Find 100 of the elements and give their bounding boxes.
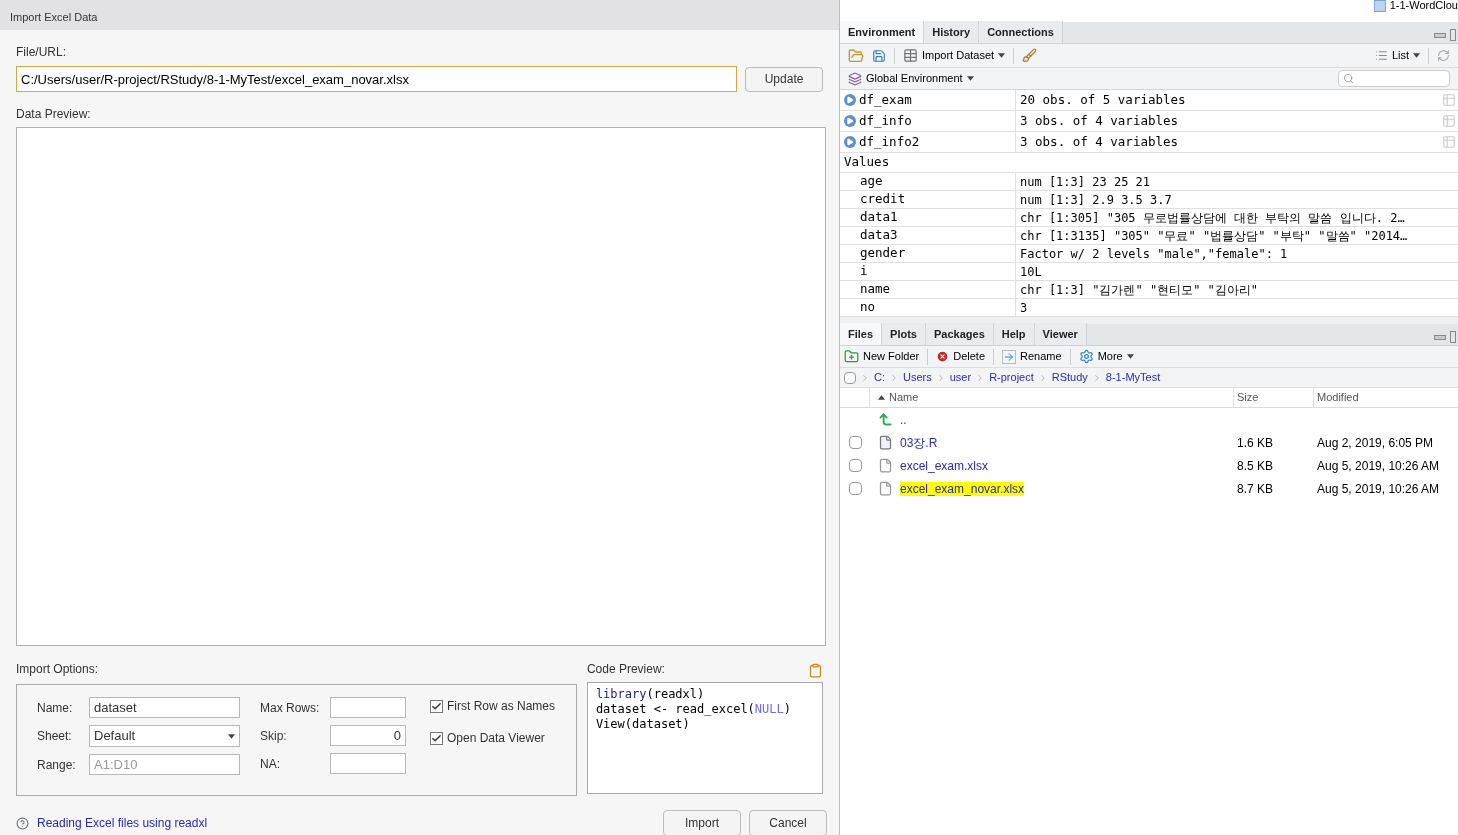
object-value: 20 obs. of 5 variables <box>1019 90 1186 109</box>
broom-icon[interactable] <box>1022 48 1038 63</box>
object-name: name <box>860 280 891 299</box>
code-preview: library(readxl) dataset <- read_excel(NULL) View(dataset) <box>586 682 823 794</box>
checkbox[interactable] <box>848 482 862 495</box>
section-header: Values <box>844 153 890 172</box>
column-header[interactable]: Name <box>870 388 1234 407</box>
checkbox[interactable] <box>844 371 856 384</box>
checkbox[interactable] <box>430 699 443 713</box>
toolbar-button[interactable]: Delete <box>936 348 986 365</box>
input-field[interactable] <box>330 697 406 718</box>
dialog-button[interactable]: Import <box>663 810 741 835</box>
path-link[interactable]: 8-1-MyTest <box>1105 369 1161 386</box>
caret-icon <box>1413 53 1420 58</box>
up-arrow-icon[interactable] <box>877 412 893 427</box>
toolbar-button[interactable]: New Folder <box>844 348 920 365</box>
update-button[interactable]: Update <box>745 66 823 92</box>
sheet-select[interactable]: Default <box>89 725 240 747</box>
maximize-icon[interactable] <box>1450 29 1456 41</box>
save-icon[interactable] <box>872 48 886 63</box>
file-label: File/URL: <box>16 44 67 61</box>
pane-tab[interactable]: Packages <box>926 323 994 345</box>
clipboard-icon[interactable] <box>808 663 823 678</box>
object-value: chr [1:305] "305 무로법률상담에 대한 부탁의 말씀 입니다. 2… <box>1019 209 1405 227</box>
grid-icon[interactable] <box>1442 135 1456 149</box>
expand-icon[interactable] <box>844 94 856 106</box>
checkbox-label: First Row as Names <box>447 698 556 715</box>
help-link[interactable]: Reading Excel files using readxl <box>37 814 208 832</box>
import-options-label: Import Options: <box>16 661 100 678</box>
layers-icon <box>848 71 862 86</box>
object-name: age <box>860 172 883 191</box>
project-name[interactable]: 1-1-WordClou <box>1389 0 1458 11</box>
minimize-icon[interactable] <box>1434 32 1446 38</box>
r-file-icon <box>877 435 893 450</box>
object-name: credit <box>860 190 906 209</box>
file-modified: Aug 5, 2019, 10:26 AM <box>1316 457 1440 475</box>
chevron-icon <box>889 372 899 383</box>
file-url-field[interactable]: C:/Users/user/R-project/RStudy/8-1-MyTest/excel_exam_novar.xlsx <box>16 66 738 92</box>
object-name: df_info <box>859 111 912 130</box>
field-label: Max Rows: <box>260 699 321 717</box>
rename-icon <box>1002 349 1017 364</box>
object-value: 10L <box>1019 263 1042 281</box>
path-link[interactable]: Users <box>903 369 932 386</box>
file-name-link[interactable]: 03장.R <box>900 435 938 450</box>
object-name: data1 <box>860 208 898 227</box>
dialog-button[interactable]: Cancel <box>749 810 827 835</box>
search-field[interactable] <box>1338 70 1450 87</box>
file-name-link[interactable]: .. <box>900 412 907 427</box>
file-size: 8.5 KB <box>1236 457 1275 475</box>
checkbox[interactable] <box>848 436 862 449</box>
input-field[interactable]: dataset <box>89 697 240 718</box>
file-modified: Aug 5, 2019, 10:26 AM <box>1316 480 1440 498</box>
delete-icon <box>936 350 950 363</box>
folder-open-icon[interactable] <box>848 47 864 64</box>
import-dataset-button[interactable]: Import Dataset <box>903 47 1006 64</box>
file-name-link[interactable]: excel_exam_novar.xlsx <box>900 481 1025 496</box>
path-link[interactable]: user <box>949 369 972 386</box>
checkbox[interactable] <box>430 731 443 745</box>
pane-tab[interactable]: Environment <box>840 21 925 43</box>
help-icon <box>16 816 29 830</box>
field-label: Name: <box>37 699 74 717</box>
object-value: 3 obs. of 4 variables <box>1019 132 1179 151</box>
environment-selector[interactable]: Global Environment <box>848 70 974 87</box>
file-name-link[interactable]: excel_exam.xlsx <box>900 458 989 473</box>
expand-icon[interactable] <box>844 136 856 148</box>
expand-icon[interactable] <box>844 115 856 127</box>
view-mode-button[interactable]: List <box>1374 47 1420 64</box>
maximize-icon[interactable] <box>1450 331 1456 343</box>
object-value: num [1:3] 23 25 21 <box>1019 173 1151 191</box>
column-header[interactable]: Size <box>1234 388 1314 407</box>
grid-icon[interactable] <box>1442 93 1456 107</box>
file-icon <box>877 481 893 496</box>
toolbar-button[interactable]: Rename <box>1002 348 1062 365</box>
object-value: chr [1:3135] "305" "무료" "법률상담" "부탁" "말씀" "2014… <box>1019 227 1408 245</box>
minimize-icon[interactable] <box>1434 334 1446 340</box>
column-header[interactable]: Modified <box>1314 388 1458 407</box>
toolbar-button[interactable]: More <box>1078 348 1134 365</box>
object-value: 3 obs. of 4 variables <box>1019 111 1179 130</box>
pane-tab[interactable]: Connections <box>979 21 1063 43</box>
code-preview-label: Code Preview: <box>586 661 665 678</box>
grid-icon[interactable] <box>1442 114 1456 128</box>
input-field[interactable]: 0 <box>330 725 406 746</box>
file-modified: Aug 2, 2019, 6:05 PM <box>1316 434 1434 452</box>
input-field[interactable] <box>330 753 406 774</box>
field-label: Range: <box>37 756 77 774</box>
caret-icon <box>998 53 1006 58</box>
pane-tab[interactable]: Viewer <box>1034 323 1087 345</box>
path-link[interactable]: RStudy <box>1051 369 1088 386</box>
refresh-icon[interactable] <box>1437 49 1450 62</box>
pane-tab[interactable]: Files <box>840 323 883 345</box>
path-link[interactable]: R-project <box>989 369 1034 386</box>
path-link[interactable]: C: <box>874 369 885 386</box>
input-field[interactable]: A1:D10 <box>89 754 240 775</box>
pane-tab[interactable]: History <box>924 21 980 43</box>
caret-icon <box>966 76 974 81</box>
pane-tab[interactable]: Help <box>993 323 1035 345</box>
pane-tab[interactable]: Plots <box>882 323 926 345</box>
file-size: 1.6 KB <box>1236 434 1275 452</box>
table-icon <box>903 48 918 63</box>
checkbox[interactable] <box>848 459 862 472</box>
